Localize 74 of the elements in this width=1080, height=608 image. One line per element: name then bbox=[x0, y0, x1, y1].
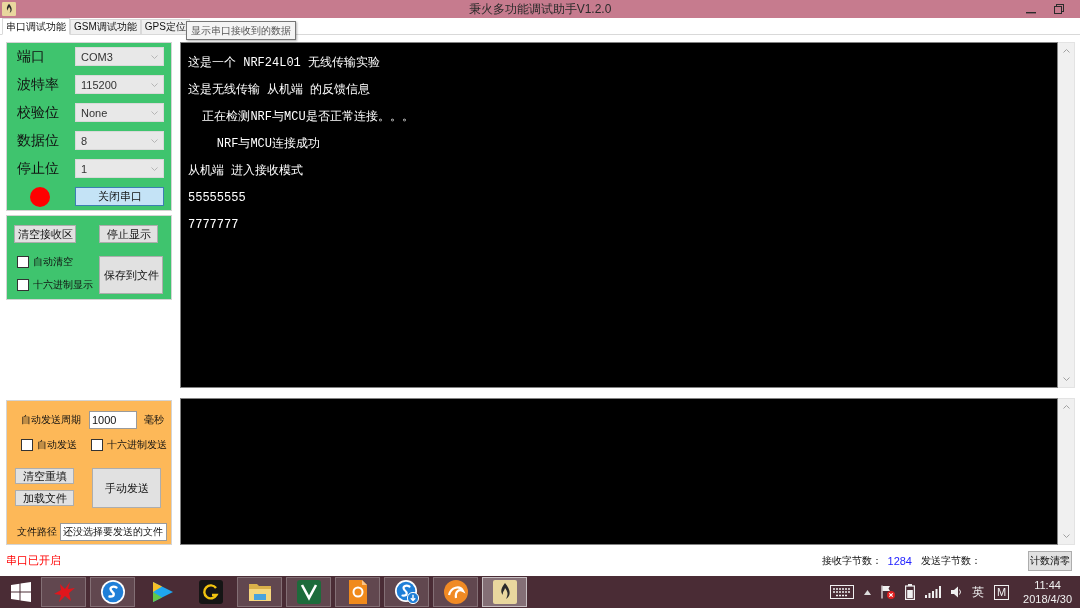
output-line: 这是一个 NRF24L01 无线传输实验 bbox=[188, 55, 380, 72]
checkbox[interactable] bbox=[17, 279, 29, 291]
chevron-down-icon bbox=[151, 54, 158, 59]
output-line: NRF与MCU连接成功 bbox=[215, 136, 320, 153]
chevron-down-icon bbox=[151, 110, 158, 115]
output-line: 正在检测NRF与MCU是否正常连接。。。 bbox=[201, 109, 414, 126]
close-port-button[interactable]: 关闭串口 bbox=[75, 187, 164, 206]
checkbox[interactable] bbox=[21, 438, 33, 451]
checkbox-label: 自动清空 bbox=[33, 255, 73, 269]
clear-refill-button[interactable]: 清空重填 bbox=[15, 468, 74, 484]
g-tile-icon[interactable] bbox=[198, 580, 223, 604]
send-input-field[interactable] bbox=[180, 398, 1058, 545]
field-label: 数据位 bbox=[17, 131, 60, 150]
taskbar-button[interactable] bbox=[90, 577, 135, 607]
download-icon bbox=[394, 580, 419, 604]
output-line: 这是无线传输 从机端 的反馈信息 bbox=[188, 82, 371, 99]
battery-icon[interactable] bbox=[904, 584, 915, 600]
ime-mode-indicator[interactable]: M bbox=[993, 584, 1010, 600]
output-line: 从机端 进入接收模式 bbox=[188, 163, 304, 180]
output-line: 55555555 bbox=[188, 190, 246, 207]
restore-icon[interactable] bbox=[1054, 4, 1064, 14]
signal-icon[interactable] bbox=[924, 586, 941, 598]
taskbar-button[interactable] bbox=[482, 577, 527, 607]
output-line: 7777777 bbox=[188, 217, 239, 234]
field-label: 停止位 bbox=[17, 159, 60, 178]
keyboard-icon[interactable] bbox=[829, 585, 854, 599]
flame-tile-icon bbox=[2, 2, 16, 16]
checkbox[interactable] bbox=[91, 438, 103, 451]
flame-tile-icon bbox=[492, 580, 517, 604]
s-circle-icon bbox=[100, 580, 125, 604]
chevron-down-icon bbox=[151, 138, 158, 143]
taskbar-button[interactable] bbox=[384, 577, 429, 607]
load-file-button[interactable]: 加载文件 bbox=[15, 490, 74, 506]
checkbox-label: 十六进制显示 bbox=[33, 278, 93, 292]
file-path-input[interactable]: 还没选择要发送的文件 bbox=[60, 523, 167, 541]
input-language[interactable]: 英 bbox=[971, 583, 984, 601]
field-label: 端口 bbox=[17, 47, 46, 66]
period-input[interactable]: 1000 bbox=[89, 411, 137, 429]
counter-label: 接收字节数： bbox=[821, 553, 882, 568]
v-tile-icon bbox=[296, 580, 321, 604]
save-to-file-button[interactable]: 保存到文件 bbox=[99, 256, 163, 294]
taskbar-button[interactable] bbox=[286, 577, 331, 607]
checkbox[interactable] bbox=[17, 256, 29, 268]
checkbox-label: 自动发送 bbox=[37, 437, 77, 452]
swirl-circle-icon bbox=[443, 580, 468, 604]
start-icon[interactable] bbox=[10, 582, 31, 602]
tab[interactable]: 串口调试功能 bbox=[2, 18, 70, 35]
taskbar-button[interactable] bbox=[433, 577, 478, 607]
clock-date[interactable]: 2018/4/30 bbox=[1023, 592, 1072, 606]
chevron-down-icon bbox=[151, 166, 158, 171]
reset-count-button[interactable]: 计数清零 bbox=[1028, 550, 1072, 571]
receive-area[interactable]: 这是一个 NRF24L01 无线传输实验 这是无线传输 从机端 的反馈信息 正在检测NRF与MCU是否正常连接。。。 NRF与MCU连接成功 从机端 进入接收模式 55555555 7777777 bbox=[180, 42, 1058, 388]
send-button[interactable]: 手动发送 bbox=[92, 468, 161, 508]
counter-value: 1284 bbox=[887, 554, 912, 567]
status-text: 串口已开启 bbox=[6, 553, 61, 568]
field-label: 波特率 bbox=[17, 75, 60, 94]
field-label: 校验位 bbox=[17, 103, 60, 122]
caret-up-icon[interactable] bbox=[863, 589, 871, 595]
chevron-down-icon bbox=[151, 82, 158, 87]
speaker-icon[interactable] bbox=[950, 586, 962, 598]
stop-display-button[interactable]: 停止显示 bbox=[99, 225, 158, 243]
period-label: 自动发送周期 bbox=[21, 413, 81, 427]
tooltip: 显示串口接收到的数据 bbox=[186, 21, 296, 40]
checkbox-label: 十六进制发送 bbox=[107, 437, 167, 452]
window-title: 秉火多功能调试助手V1.2.0 bbox=[468, 1, 612, 17]
clear-receive-button[interactable]: 清空接收区 bbox=[14, 225, 76, 243]
unit-label: 毫秒 bbox=[144, 413, 164, 427]
flag-icon[interactable] bbox=[880, 585, 895, 599]
taskbar-button[interactable] bbox=[237, 577, 282, 607]
clock-time[interactable]: 11:44 bbox=[1034, 578, 1061, 592]
counter-label: 发送字节数： bbox=[921, 553, 981, 568]
file-path-label: 文件路径 bbox=[17, 525, 57, 539]
tab[interactable]: GSM调试功能 bbox=[70, 19, 141, 34]
taskbar-button[interactable] bbox=[335, 577, 380, 607]
